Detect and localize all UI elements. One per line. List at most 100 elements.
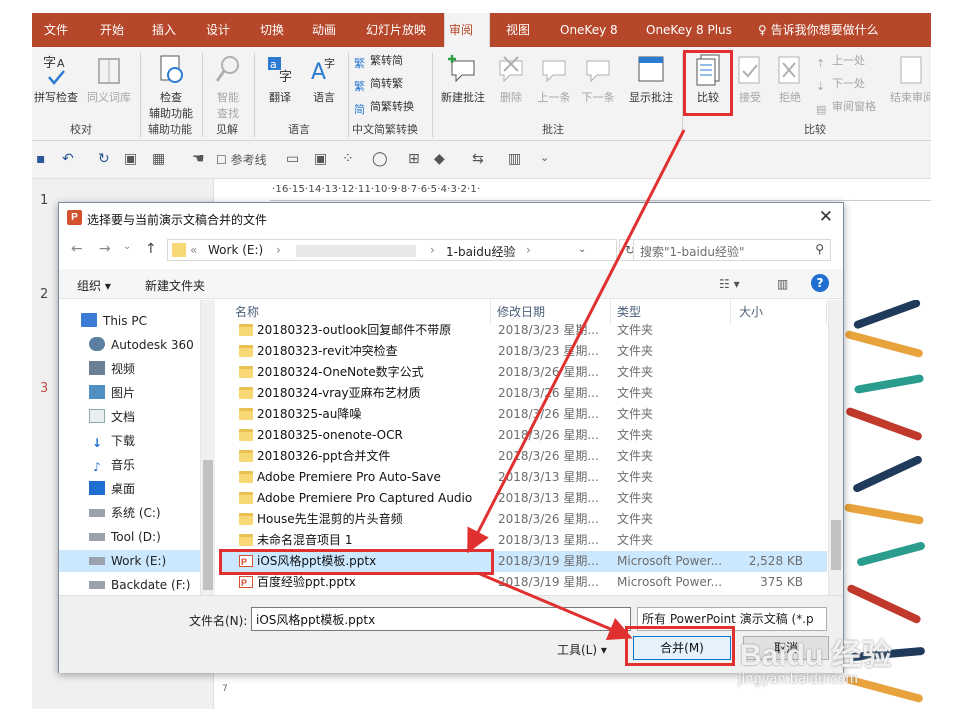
- tab-view[interactable]: 视图: [502, 13, 534, 47]
- address-dropdown-icon[interactable]: ⌄: [578, 244, 586, 255]
- table-row[interactable]: 百度经验ppt.pptx 2018/3/19 星期... Microsoft Pow…: [219, 572, 827, 594]
- tab-insert[interactable]: 插入: [148, 13, 180, 47]
- undo-icon[interactable]: ↶: [62, 151, 74, 167]
- search-input[interactable]: 搜索"1-baidu经验" ⚲: [633, 239, 831, 261]
- sort-indicator-icon: ^: [665, 300, 674, 307]
- nav-item-desktop[interactable]: 桌面: [89, 478, 135, 500]
- smart-lookup-button[interactable]: 智能 查找: [208, 53, 248, 121]
- image-icon[interactable]: ▣: [314, 151, 327, 167]
- reject-button[interactable]: 拒绝: [772, 53, 808, 105]
- nav-item-this-pc[interactable]: This PC: [81, 310, 147, 332]
- tab-onekey8[interactable]: OneKey 8: [556, 13, 622, 47]
- check-accessibility-button[interactable]: 检查 辅助功能: [144, 53, 198, 121]
- slide-from-start-icon[interactable]: ▣: [124, 151, 137, 167]
- table-row[interactable]: 20180324-vray亚麻布艺材质 2018/3/26 星期... 文件夹: [219, 383, 827, 404]
- simp-trad-icon: 繁: [354, 80, 365, 93]
- translate-button[interactable]: a字 翻译: [260, 53, 300, 105]
- chinese-convert-button[interactable]: 简简繁转换: [354, 97, 414, 117]
- recent-dropdown-icon[interactable]: ⌄: [123, 241, 131, 252]
- new-folder-button[interactable]: 新建文件夹: [145, 277, 205, 294]
- pointer-icon[interactable]: ☚: [192, 151, 205, 167]
- circle-icon[interactable]: ◯: [372, 151, 388, 167]
- arrange-icon[interactable]: ⊞: [408, 151, 420, 167]
- tab-slideshow[interactable]: 幻灯片放映: [362, 13, 430, 47]
- show-comments-button[interactable]: 显示批注: [626, 53, 676, 105]
- nav-item-music[interactable]: ♪ 音乐: [89, 454, 135, 476]
- filename-input[interactable]: [251, 607, 631, 631]
- table-row[interactable]: 20180325-onenote-OCR 2018/3/26 星期... 文件夹: [219, 425, 827, 446]
- simp-to-trad-button[interactable]: 繁简转繁: [354, 74, 403, 94]
- review-pane-button[interactable]: ▤ 审阅窗格: [816, 97, 876, 117]
- scrollbar-thumb[interactable]: [203, 460, 213, 590]
- trad-to-simp-button[interactable]: 繁繁转简: [354, 51, 403, 71]
- table-row[interactable]: 20180324-OneNote数字公式 2018/3/26 星期... 文件夹: [219, 362, 827, 383]
- folder-icon: [239, 450, 253, 462]
- up-icon[interactable]: ↑: [145, 241, 157, 257]
- distribute-icon[interactable]: ⇆: [472, 151, 484, 167]
- table-row[interactable]: Adobe Premiere Pro Auto-Save 2018/3/13 星期…: [219, 467, 827, 488]
- guides-checkbox[interactable]: ☐ 参考线: [216, 151, 267, 168]
- nav-item-drive-d[interactable]: Tool (D:): [89, 526, 161, 548]
- thesaurus-button[interactable]: 同义词库: [84, 53, 134, 105]
- nav-item-label: 下载: [111, 434, 136, 448]
- nav-item-autodesk[interactable]: Autodesk 360: [89, 334, 194, 356]
- end-review-button[interactable]: 结束审阅: [890, 53, 930, 105]
- prev-comment-button[interactable]: 上一条: [532, 53, 576, 105]
- tab-design[interactable]: 设计: [202, 13, 234, 47]
- align-icon[interactable]: ⁘: [342, 151, 354, 167]
- nav-item-label: Autodesk 360: [111, 338, 194, 352]
- new-comment-button[interactable]: 新建批注: [436, 53, 490, 105]
- tell-me-box[interactable]: ♀ 告诉我你想要做什么: [754, 13, 883, 47]
- file-list-scrollbar[interactable]: [828, 300, 843, 595]
- spell-check-button[interactable]: 字A 拼写检查: [34, 53, 78, 105]
- accept-button[interactable]: 接受: [732, 53, 768, 105]
- table-icon[interactable]: ▦: [152, 151, 165, 167]
- shape-icon[interactable]: ▭: [286, 151, 299, 167]
- help-icon[interactable]: ?: [811, 274, 829, 292]
- scrollbar-thumb[interactable]: [831, 520, 841, 570]
- table-row[interactable]: 20180323-outlook回复邮件不带原 2018/3/23 星期... 文件…: [219, 320, 827, 341]
- tab-transitions[interactable]: 切换: [256, 13, 288, 47]
- breadcrumb-folder[interactable]: 1-baidu经验: [446, 243, 516, 260]
- close-icon[interactable]: ✕: [819, 207, 833, 227]
- group-objects-icon[interactable]: ◆: [434, 151, 445, 167]
- nav-item-drive-f[interactable]: Backdate (F:): [89, 574, 190, 595]
- next-change-button[interactable]: ⇣ 下一处: [816, 74, 865, 94]
- tab-animations[interactable]: 动画: [308, 13, 340, 47]
- nav-pane-scrollbar[interactable]: [200, 300, 215, 595]
- nav-item-drive-c[interactable]: 系统 (C:): [89, 502, 161, 524]
- tab-file[interactable]: 文件: [40, 13, 72, 47]
- forward-icon[interactable]: →: [99, 241, 111, 257]
- table-row[interactable]: 未命名混音项目 1 2018/3/13 星期... 文件夹: [219, 530, 827, 551]
- tab-review[interactable]: 审阅: [444, 13, 490, 47]
- customize-qat-icon[interactable]: ⌄: [540, 151, 549, 164]
- next-comment-button[interactable]: 下一条: [576, 53, 620, 105]
- breadcrumb-root[interactable]: Work (E:): [208, 243, 263, 257]
- save-icon[interactable]: ▪: [36, 151, 46, 167]
- organize-button[interactable]: 组织 ▾: [77, 277, 111, 294]
- nav-item-documents[interactable]: 文档: [89, 406, 135, 428]
- view-mode-icon[interactable]: ☷ ▾: [719, 277, 740, 291]
- redo-icon[interactable]: ↻: [98, 151, 110, 167]
- nav-item-label: Work (E:): [111, 554, 167, 568]
- table-row[interactable]: 20180323-revit冲突检查 2018/3/23 星期... 文件夹: [219, 341, 827, 362]
- table-row[interactable]: House先生混剪的片头音频 2018/3/26 星期... 文件夹: [219, 509, 827, 530]
- address-box[interactable]: « Work (E:) › › 1-baidu经验 › ⌄: [167, 239, 617, 261]
- table-row[interactable]: Adobe Premiere Pro Captured Audio 2018/3/…: [219, 488, 827, 509]
- spell-check-icon: 字A: [43, 56, 65, 85]
- tab-onekey8plus[interactable]: OneKey 8 Plus: [642, 13, 736, 47]
- nav-item-pictures[interactable]: 图片: [89, 382, 135, 404]
- table-row[interactable]: 20180325-au降噪 2018/3/26 星期... 文件夹: [219, 404, 827, 425]
- tab-home[interactable]: 开始: [96, 13, 128, 47]
- preview-pane-icon[interactable]: ▥: [777, 277, 788, 291]
- nav-item-downloads[interactable]: ↓ 下载: [89, 430, 135, 452]
- table-row[interactable]: 20180326-ppt合并文件 2018/3/26 星期... 文件夹: [219, 446, 827, 467]
- layout-icon[interactable]: ▥: [508, 151, 521, 167]
- nav-item-drive-e[interactable]: Work (E:): [59, 550, 201, 572]
- nav-item-videos[interactable]: 视频: [89, 358, 135, 380]
- back-icon[interactable]: ←: [71, 241, 83, 257]
- delete-comment-button[interactable]: 删除: [494, 53, 528, 105]
- tools-button[interactable]: 工具(L) ▾: [557, 641, 607, 658]
- language-button[interactable]: A字 语言: [306, 53, 342, 105]
- prev-change-button[interactable]: ⇡ 上一处: [816, 51, 865, 71]
